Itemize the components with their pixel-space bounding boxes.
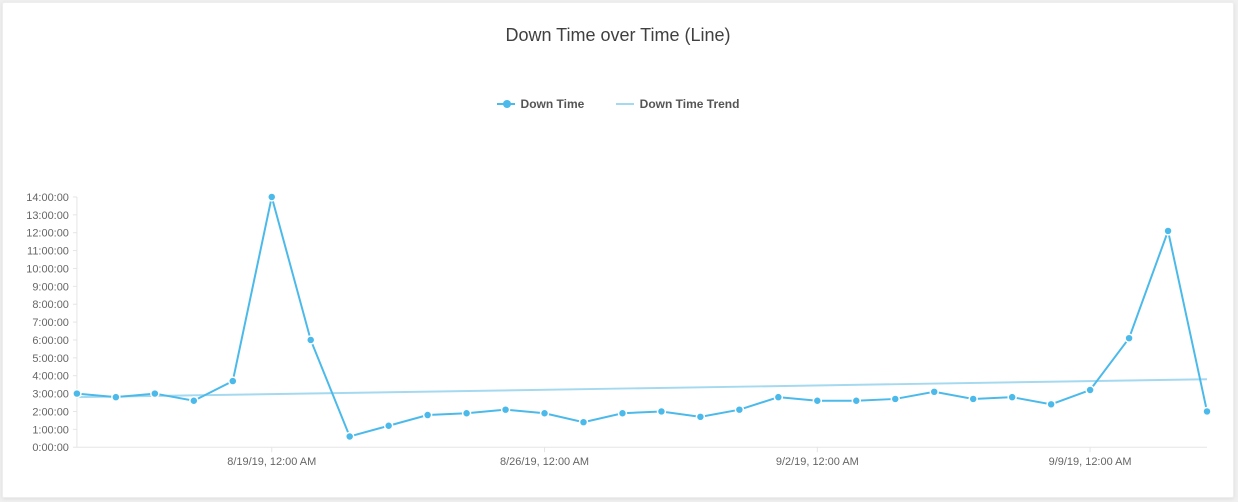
data-point[interactable] (1086, 386, 1094, 394)
data-point[interactable] (813, 397, 821, 405)
x-tick-label: 9/9/19, 12:00 AM (1049, 456, 1132, 468)
legend-label: Down Time Trend (640, 97, 740, 111)
chart-title: Down Time over Time (Line) (3, 3, 1233, 46)
legend-marker-line-icon (497, 103, 515, 105)
x-tick-label: 8/26/19, 12:00 AM (500, 456, 589, 468)
x-tick-label: 8/19/19, 12:00 AM (227, 456, 316, 468)
data-point[interactable] (307, 336, 315, 344)
data-point[interactable] (1125, 334, 1133, 342)
y-tick-label: 14:00:00 (26, 192, 69, 204)
chart-legend: Down Time Down Time Trend (3, 94, 1233, 111)
data-point[interactable] (151, 390, 159, 398)
y-tick-label: 6:00:00 (32, 335, 69, 347)
y-tick-label: 4:00:00 (32, 371, 69, 383)
data-point[interactable] (696, 413, 704, 421)
data-point[interactable] (735, 406, 743, 414)
trend-line (77, 379, 1207, 397)
data-point[interactable] (190, 397, 198, 405)
data-point[interactable] (73, 390, 81, 398)
data-point[interactable] (774, 393, 782, 401)
data-point[interactable] (112, 393, 120, 401)
chart-svg: 0:00:00 1:00:00 2:00:00 3:00:00 4:00:00 5:00:… (19, 191, 1217, 477)
y-tick-label: 13:00:00 (26, 210, 69, 222)
legend-label: Down Time (521, 97, 585, 111)
data-point[interactable] (969, 395, 977, 403)
data-point[interactable] (385, 422, 393, 430)
y-tick-label: 0:00:00 (32, 442, 69, 454)
y-tick-label: 5:00:00 (32, 353, 69, 365)
y-tick-label: 7:00:00 (32, 317, 69, 329)
chart-plot-area: 0:00:00 1:00:00 2:00:00 3:00:00 4:00:00 5:00:… (19, 191, 1217, 477)
data-point[interactable] (424, 411, 432, 419)
x-tick-label: 9/2/19, 12:00 AM (776, 456, 859, 468)
data-point[interactable] (463, 409, 471, 417)
y-tick-label: 8:00:00 (32, 299, 69, 311)
y-tick-label: 10:00:00 (26, 263, 69, 275)
legend-item-down-time-trend[interactable]: Down Time Trend (616, 97, 740, 111)
legend-marker-trend-icon (616, 103, 634, 105)
data-point[interactable] (618, 409, 626, 417)
y-tick-label: 9:00:00 (32, 281, 69, 293)
data-point[interactable] (891, 395, 899, 403)
y-tick-label: 11:00:00 (27, 246, 69, 258)
data-point[interactable] (930, 388, 938, 396)
data-point[interactable] (346, 433, 354, 441)
data-point[interactable] (229, 377, 237, 385)
data-point[interactable] (1203, 407, 1211, 415)
data-point[interactable] (268, 193, 276, 201)
data-point[interactable] (657, 407, 665, 415)
y-tick-label: 12:00:00 (26, 228, 69, 240)
data-point[interactable] (1047, 400, 1055, 408)
data-point[interactable] (1008, 393, 1016, 401)
data-point[interactable] (1164, 227, 1172, 235)
series-line-down-time (77, 197, 1207, 437)
data-point[interactable] (580, 418, 588, 426)
data-point[interactable] (541, 409, 549, 417)
y-tick-label: 1:00:00 (32, 424, 69, 436)
data-point[interactable] (852, 397, 860, 405)
legend-item-down-time[interactable]: Down Time (497, 97, 585, 111)
y-tick-label: 3:00:00 (32, 389, 69, 401)
chart-card: Down Time over Time (Line) Down Time Dow… (2, 2, 1234, 498)
data-point[interactable] (502, 406, 510, 414)
y-tick-label: 2:00:00 (32, 406, 69, 418)
